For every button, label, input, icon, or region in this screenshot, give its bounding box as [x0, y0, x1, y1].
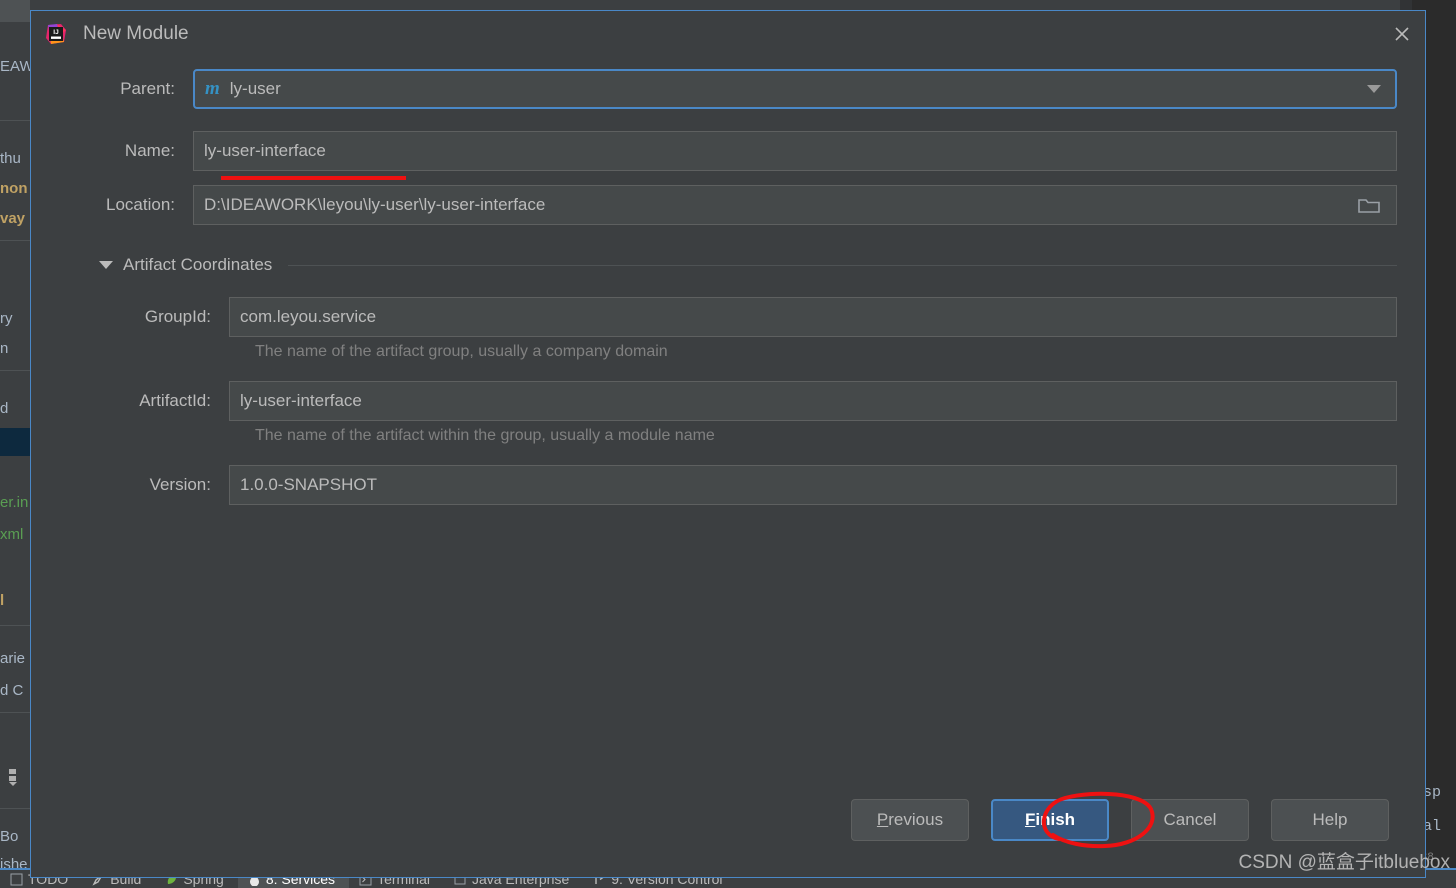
artifactid-row: ArtifactId: ly-user-interface	[65, 381, 1397, 421]
finish-mnemonic: F	[1024, 810, 1036, 829]
project-tree-fragment[interactable]: Bo	[0, 828, 18, 845]
project-tree-fragment[interactable]: thu	[0, 150, 21, 167]
parent-annotation-underline	[221, 176, 406, 180]
project-tree-fragment[interactable]: vay	[0, 210, 25, 227]
dialog-body: Parent: m ly-user Name: ly-user-interfac…	[31, 57, 1425, 785]
checklist-icon	[10, 873, 23, 885]
dialog-title: New Module	[83, 23, 189, 44]
maven-module-icon: m	[205, 78, 220, 99]
location-value: D:\IDEAWORK\leyou\ly-user\ly-user-interf…	[204, 195, 546, 214]
triangle-down-icon[interactable]	[99, 261, 113, 269]
close-icon	[1395, 27, 1409, 41]
section-divider	[288, 264, 1397, 266]
project-tree-fragment[interactable]: n	[0, 340, 8, 357]
artifact-coordinates-title: Artifact Coordinates	[123, 255, 273, 274]
dialog-titlebar: IJ New Module	[31, 11, 1425, 57]
name-value: ly-user-interface	[204, 141, 326, 160]
csdn-watermark: CSDN @蓝盒子itbluebox	[1238, 852, 1450, 873]
project-tree-fragment[interactable]: l	[0, 592, 4, 609]
version-label: Version:	[149, 475, 211, 494]
cancel-label: Cancel	[1163, 810, 1217, 829]
previous-label-rest: revious	[888, 810, 944, 829]
parent-combobox[interactable]: m ly-user	[193, 69, 1397, 109]
project-tree-selected-row[interactable]	[0, 428, 30, 456]
location-label: Location:	[106, 195, 175, 214]
artifact-coordinates-section-header[interactable]: Artifact Coordinates	[99, 255, 1397, 275]
project-tree-fragment[interactable]: d C	[0, 682, 23, 699]
help-label: Help	[1312, 810, 1348, 829]
help-button[interactable]: Help	[1271, 799, 1389, 841]
artifactid-value: ly-user-interface	[240, 391, 362, 410]
chevron-down-icon[interactable]	[1367, 85, 1381, 93]
artifactid-label: ArtifactId:	[139, 391, 211, 410]
dialog-footer: Previous Finish Cancel Help	[31, 785, 1425, 877]
intellij-idea-icon: IJ	[46, 24, 66, 44]
editor-tab-strip	[0, 0, 30, 22]
project-tree-fragment[interactable]: d	[0, 400, 8, 417]
new-module-dialog: IJ New Module Parent: m ly-user Name: ly…	[30, 10, 1426, 878]
project-tree-fragment[interactable]: ry	[0, 310, 13, 327]
parent-value: ly-user	[229, 79, 281, 98]
groupid-label: GroupId:	[144, 307, 211, 326]
project-tree-fragment[interactable]: non	[0, 180, 28, 197]
location-row: Location: D:\IDEAWORK\leyou\ly-user\ly-u…	[65, 185, 1397, 225]
name-input[interactable]: ly-user-interface	[193, 131, 1397, 171]
project-tree-fragment[interactable]: EAW	[0, 58, 30, 75]
close-button[interactable]	[1379, 11, 1425, 57]
cancel-button[interactable]: Cancel	[1131, 799, 1249, 841]
groupid-hint: The name of the artifact group, usually …	[255, 343, 668, 360]
previous-button[interactable]: Previous	[851, 799, 969, 841]
finish-label-rest: inish	[1035, 810, 1076, 829]
collapse-all-icon[interactable]	[7, 768, 23, 791]
finish-button[interactable]: Finish	[991, 799, 1109, 841]
svg-text:IJ: IJ	[53, 29, 59, 36]
groupid-input[interactable]: com.leyou.service	[229, 297, 1397, 337]
parent-row: Parent: m ly-user	[65, 69, 1397, 109]
version-value: 1.0.0-SNAPSHOT	[240, 475, 377, 494]
artifactid-hint: The name of the artifact within the grou…	[255, 427, 715, 444]
browse-folder-button[interactable]	[1348, 190, 1390, 220]
folder-icon	[1358, 198, 1380, 213]
groupid-row: GroupId: com.leyou.service	[65, 297, 1397, 337]
previous-mnemonic: P	[876, 810, 889, 829]
name-label: Name:	[124, 141, 175, 160]
parent-label: Parent:	[120, 79, 175, 98]
project-tree-fragment[interactable]: xml	[0, 526, 23, 543]
ide-left-panel-strip: EAW thu non vay ry n d er.in xml l arie …	[0, 0, 30, 888]
version-row: Version: 1.0.0-SNAPSHOT	[65, 465, 1397, 505]
location-input[interactable]: D:\IDEAWORK\leyou\ly-user\ly-user-interf…	[193, 185, 1397, 225]
project-tree-fragment[interactable]: arie	[0, 650, 25, 667]
project-tree-fragment[interactable]: er.in	[0, 494, 28, 511]
artifactid-input[interactable]: ly-user-interface	[229, 381, 1397, 421]
name-row: Name: ly-user-interface	[65, 131, 1397, 171]
groupid-value: com.leyou.service	[240, 307, 377, 326]
version-input[interactable]: 1.0.0-SNAPSHOT	[229, 465, 1397, 505]
